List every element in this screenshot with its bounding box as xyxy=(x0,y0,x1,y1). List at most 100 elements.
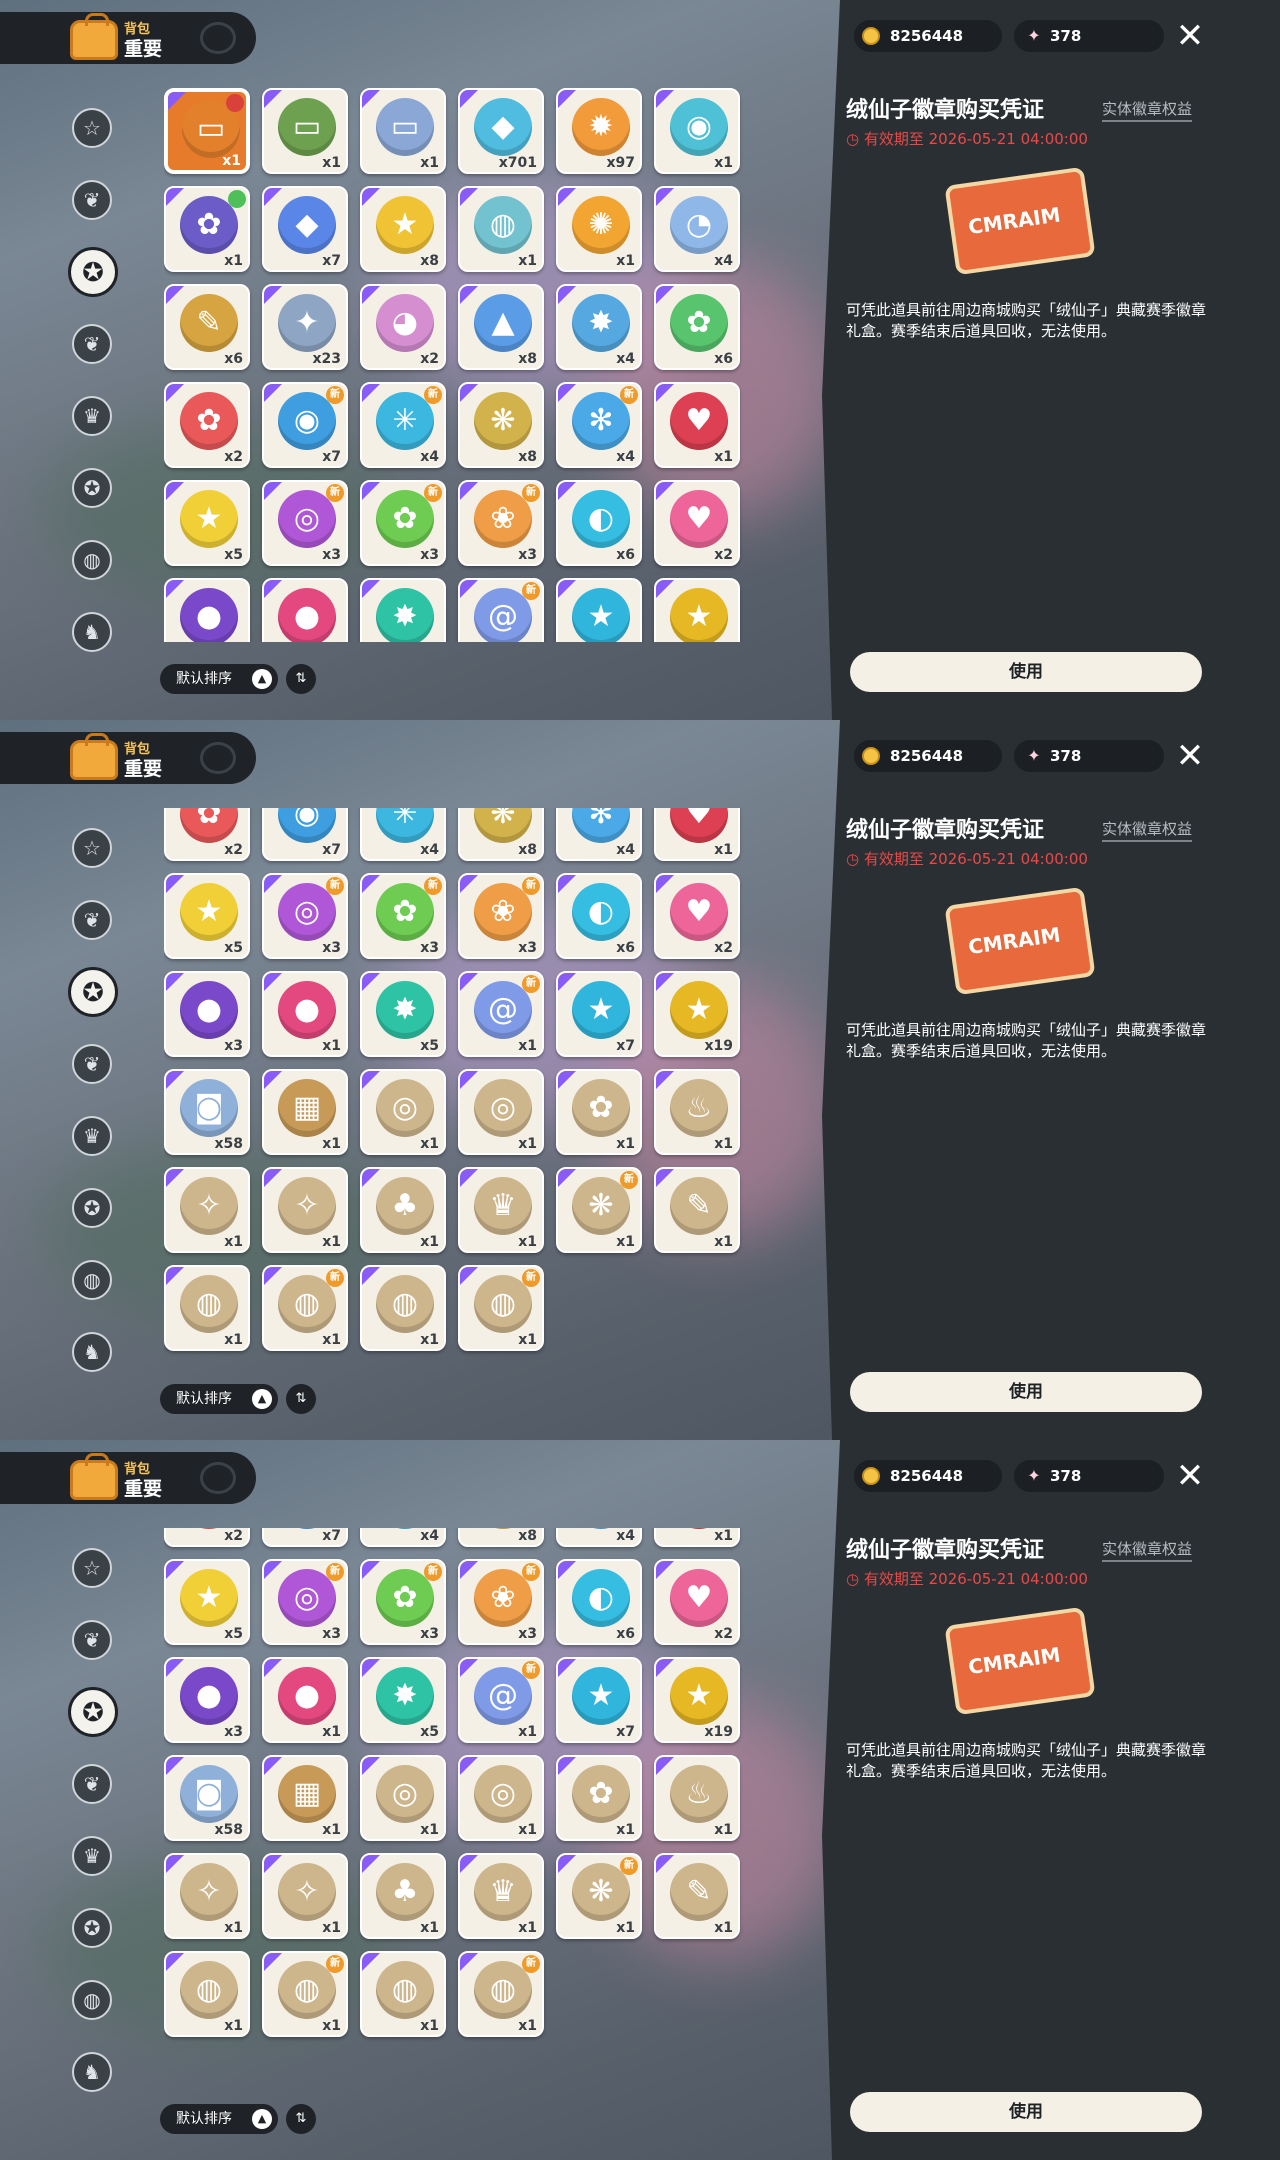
category-tab-icon[interactable]: ❦ xyxy=(72,1620,112,1660)
inventory-slot[interactable]: ★x7 xyxy=(556,971,642,1057)
inventory-slot[interactable]: ★x7 xyxy=(556,1657,642,1743)
inventory-slot[interactable]: ●x1 xyxy=(262,971,348,1057)
inventory-slot[interactable]: ◉x7新 xyxy=(262,808,348,861)
inventory-slot[interactable]: ♛ x1 xyxy=(458,1853,544,1939)
inventory-slot[interactable]: ♥ x2 xyxy=(654,1559,740,1645)
inventory-slot[interactable]: ❀ x3 新 xyxy=(458,873,544,959)
inventory-slot[interactable]: ✳x4新 xyxy=(360,1528,446,1547)
inventory-slot[interactable]: ◍ x1 新 xyxy=(458,1265,544,1351)
category-tab-icon[interactable]: ❦ xyxy=(72,324,112,364)
inventory-slot[interactable]: ✿ x1 xyxy=(556,1069,642,1155)
inventory-slot[interactable]: ❀ x3 新 xyxy=(458,1559,544,1645)
inventory-slot[interactable]: ✧ x1 xyxy=(262,1853,348,1939)
inventory-slot[interactable]: ★ x8 xyxy=(360,186,446,272)
inventory-slot[interactable]: ●x3 xyxy=(164,578,250,642)
inventory-slot[interactable]: ●x1 xyxy=(262,578,348,642)
inventory-slot[interactable]: ❋x8 xyxy=(458,1528,544,1547)
inventory-slot[interactable]: ◔ x4 xyxy=(654,186,740,272)
inventory-slot[interactable]: ◐ x6 xyxy=(556,1559,642,1645)
inventory-slot[interactable]: ✸x5 xyxy=(360,1657,446,1743)
inventory-slot[interactable]: ◐ x6 xyxy=(556,873,642,959)
inventory-slot[interactable]: ★x19 xyxy=(654,1657,740,1743)
category-tab-icon[interactable]: ◍ xyxy=(72,1260,112,1300)
inventory-slot[interactable]: ▦ x1 xyxy=(262,1755,348,1841)
inventory-slot[interactable]: ◍ x1 xyxy=(164,1951,250,2037)
inventory-slot[interactable]: ◉x7新 xyxy=(262,382,348,468)
category-tab-icon[interactable]: ♞ xyxy=(72,2052,112,2092)
use-button[interactable]: 使用 xyxy=(850,1372,1202,1412)
category-tab-icon[interactable]: ♞ xyxy=(72,1332,112,1372)
inventory-slot[interactable]: ★ x5 xyxy=(164,873,250,959)
category-tab-icon[interactable]: ❦ xyxy=(72,1764,112,1804)
item-grid-viewport[interactable]: ▭ x1 ▭ x1 ▭ x1 ◆ x701 ✹ x97 ◉ x1 ✿ x1 ◆ x7 ★ x8 ◍ x1 ✺ x1 ◔ x4 ✎… xyxy=(164,88,754,642)
close-icon[interactable]: ✕ xyxy=(1172,738,1208,774)
inventory-slot[interactable]: ✿ x1 xyxy=(164,186,250,272)
inventory-slot[interactable]: ◎ x1 xyxy=(458,1069,544,1155)
inventory-slot[interactable]: ●x3 xyxy=(164,971,250,1057)
sort-order-toggle-icon[interactable]: ⇅ xyxy=(286,2104,316,2134)
inventory-slot[interactable]: ✻x4新 xyxy=(556,382,642,468)
inventory-slot[interactable]: ✧ x1 xyxy=(164,1167,250,1253)
inventory-slot[interactable]: ♛ x1 xyxy=(458,1167,544,1253)
category-tab-icon[interactable]: ❦ xyxy=(72,900,112,940)
inventory-slot[interactable]: ★x7 xyxy=(556,578,642,642)
category-tab-icon[interactable]: ◍ xyxy=(72,1980,112,2020)
inventory-slot[interactable]: ❋ x1 新 xyxy=(556,1853,642,1939)
inventory-slot[interactable]: ❋x8 xyxy=(458,382,544,468)
category-tab-icon[interactable]: ♛ xyxy=(72,1116,112,1156)
inventory-slot[interactable]: ✿ x3 新 xyxy=(360,873,446,959)
inventory-slot[interactable]: ●x1 xyxy=(262,1657,348,1743)
category-tab-icon[interactable]: ♛ xyxy=(72,396,112,436)
category-tab-icon[interactable]: ☆ xyxy=(72,1548,112,1588)
inventory-slot[interactable]: ✿x2 xyxy=(164,1528,250,1547)
inventory-slot[interactable]: ◎ x1 xyxy=(458,1755,544,1841)
inventory-slot[interactable]: ✳x4新 xyxy=(360,808,446,861)
inventory-slot[interactable]: ◉x7新 xyxy=(262,1528,348,1547)
inventory-slot[interactable]: ◎ x3 新 xyxy=(262,873,348,959)
inventory-slot[interactable]: ✎ x1 xyxy=(654,1853,740,1939)
use-button[interactable]: 使用 xyxy=(850,2092,1202,2132)
inventory-slot[interactable]: ❀ x3 新 xyxy=(458,480,544,566)
category-tab-icon[interactable]: ✪ xyxy=(72,1908,112,1948)
inventory-slot[interactable]: ✻x4新 xyxy=(556,1528,642,1547)
inventory-slot[interactable]: ★ x5 xyxy=(164,480,250,566)
inventory-slot[interactable]: ▭ x1 xyxy=(262,88,348,174)
inventory-slot[interactable]: ◍ x1 xyxy=(164,1265,250,1351)
sort-dropdown[interactable]: 默认排序 ▲ xyxy=(160,1384,278,1414)
inventory-slot[interactable]: ◍ x1 xyxy=(360,1951,446,2037)
category-tab-icon[interactable]: ✪ xyxy=(72,468,112,508)
category-tab-icon[interactable]: ❦ xyxy=(72,180,112,220)
inventory-slot[interactable]: @x1新 xyxy=(458,578,544,642)
inventory-slot[interactable]: ✸x5 xyxy=(360,971,446,1057)
inventory-slot[interactable]: ♨ x1 xyxy=(654,1755,740,1841)
inventory-slot[interactable]: ✸ x4 xyxy=(556,284,642,370)
inventory-slot[interactable]: ★x19 xyxy=(654,578,740,642)
inventory-slot[interactable]: ♥ x2 xyxy=(654,873,740,959)
inventory-slot[interactable]: ◎ x3 新 xyxy=(262,1559,348,1645)
inventory-slot[interactable]: ✿x2 xyxy=(164,382,250,468)
category-tab-icon[interactable]: ✪ xyxy=(68,247,118,297)
inventory-slot[interactable]: @x1新 xyxy=(458,1657,544,1743)
inventory-slot[interactable]: ♣ x1 xyxy=(360,1853,446,1939)
category-tab-icon[interactable]: ✪ xyxy=(68,1687,118,1737)
inventory-slot[interactable]: ♣ x1 xyxy=(360,1167,446,1253)
inventory-slot[interactable]: ✿ x1 xyxy=(556,1755,642,1841)
inventory-slot[interactable]: ✿ x6 xyxy=(654,284,740,370)
inventory-slot[interactable]: ✧ x1 xyxy=(164,1853,250,1939)
category-tab-icon[interactable]: ✪ xyxy=(68,967,118,1017)
inventory-slot[interactable]: ◆ x701 xyxy=(458,88,544,174)
sort-dropdown[interactable]: 默认排序 ▲ xyxy=(160,2104,278,2134)
inventory-slot[interactable]: ▦ x1 xyxy=(262,1069,348,1155)
inventory-slot[interactable]: ✿x2 xyxy=(164,808,250,861)
inventory-slot[interactable]: ♥x1 xyxy=(654,1528,740,1547)
inventory-slot[interactable]: ◍ x1 新 xyxy=(458,1951,544,2037)
category-tab-icon[interactable]: ✪ xyxy=(72,1188,112,1228)
category-tab-icon[interactable]: ♞ xyxy=(72,612,112,652)
inventory-slot[interactable]: ◍ x1 xyxy=(458,186,544,272)
category-tab-icon[interactable]: ♛ xyxy=(72,1836,112,1876)
inventory-slot[interactable]: ◎ x3 新 xyxy=(262,480,348,566)
category-tab-icon[interactable]: ◍ xyxy=(72,540,112,580)
close-icon[interactable]: ✕ xyxy=(1172,1458,1208,1494)
inventory-slot[interactable]: ✧ x1 xyxy=(262,1167,348,1253)
inventory-slot[interactable]: ◍ x1 xyxy=(360,1265,446,1351)
